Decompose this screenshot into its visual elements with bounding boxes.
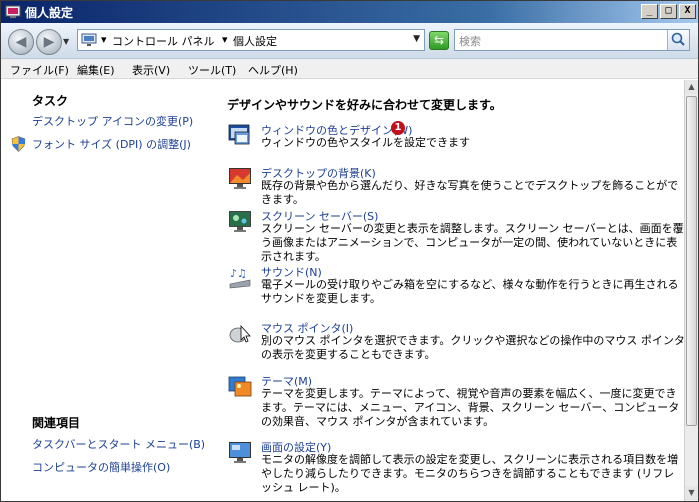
search-icon <box>671 32 685 46</box>
theme-description: テーマを変更します。テーマによって、視覚や音声の要素を幅広く、一度に変更できます… <box>261 387 680 428</box>
tasks-heading: タスク <box>32 94 69 108</box>
search-box[interactable]: 検索 <box>454 29 690 51</box>
personalization-app-icon <box>5 5 21 18</box>
desktop-background-icon <box>229 168 251 189</box>
window-color-icon <box>228 124 250 145</box>
breadcrumb-personalization[interactable]: 個人設定 <box>233 33 277 49</box>
minimize-button[interactable]: _ <box>641 4 658 19</box>
step-number-badge: 1 <box>391 121 405 135</box>
address-toolbar: ◀ ▶ ▼ ▾ コントロール パネル ▾ 個人設定 ▼ ⇆ 検索 <box>1 23 698 59</box>
personalization-window: 個人設定 _ □ X ◀ ▶ ▼ ▾ コントロール パネル ▾ 個人設定 ▼ ⇆… <box>0 0 699 502</box>
maximize-button[interactable]: □ <box>660 4 677 19</box>
back-button[interactable]: ◀ <box>8 29 34 55</box>
recent-pages-dropdown[interactable]: ▼ <box>63 37 69 46</box>
ease-of-access-link[interactable]: コンピュータの簡単操作(O) <box>32 459 170 475</box>
sound-description: 電子メールの受け取りやごみ箱を空にするなど、様々な動作を行うときに再生されるサウ… <box>261 278 679 305</box>
sound-icon: ♪♫ <box>229 267 251 289</box>
uac-shield-icon <box>11 136 26 152</box>
close-button[interactable]: X <box>679 4 696 19</box>
address-dropdown-icon[interactable]: ▼ <box>413 34 420 44</box>
search-placeholder: 検索 <box>459 35 481 48</box>
breadcrumb-control-panel[interactable]: コントロール パネル <box>112 33 215 49</box>
menu-tools[interactable]: ツール(T) <box>188 62 236 78</box>
theme-icon <box>228 376 252 397</box>
breadcrumb-separator-2[interactable]: ▾ <box>222 33 228 46</box>
task-pane: タスク デスクトップ アイコンの変更(P) フォント サイズ (DPI) の調整… <box>1 80 213 501</box>
main-heading: デザインやサウンドを好みに合わせて変更します。 <box>227 98 502 112</box>
taskbar-start-menu-link[interactable]: タスクバーとスタート メニュー(B) <box>32 436 205 452</box>
control-panel-icon <box>81 33 97 46</box>
change-desktop-icons-link[interactable]: デスクトップ アイコンの変更(P) <box>32 113 193 129</box>
scroll-down-button[interactable]: ▼ <box>685 486 698 500</box>
breadcrumb-separator-1[interactable]: ▾ <box>101 33 107 46</box>
window-color-description: ウィンドウの色やスタイルを設定できます <box>261 136 470 149</box>
search-button[interactable] <box>667 30 689 50</box>
scroll-up-button[interactable]: ▲ <box>685 80 698 94</box>
screensaver-description: スクリーン セーバーの変更と表示を調整します。スクリーン セーバーとは、画面を覆… <box>261 222 684 263</box>
vertical-scrollbar[interactable]: ▲ ▼ <box>684 80 698 501</box>
title-bar: 個人設定 _ □ X <box>1 1 698 23</box>
refresh-button[interactable]: ⇆ <box>429 31 449 50</box>
address-bar[interactable]: ▾ コントロール パネル ▾ 個人設定 ▼ <box>77 29 425 51</box>
forward-button[interactable]: ▶ <box>36 29 62 55</box>
window-title: 個人設定 <box>25 6 74 20</box>
menu-view[interactable]: 表示(V) <box>132 62 170 78</box>
adjust-font-size-dpi-link[interactable]: フォント サイズ (DPI) の調整(J) <box>32 136 191 152</box>
display-settings-description: モニタの解像度を調節して表示の設定を変更し、スクリーンに表示される項目数を増やし… <box>261 453 679 494</box>
screensaver-icon <box>229 211 251 232</box>
main-content: デザインやサウンドを好みに合わせて変更します。 ウィンドウの色とデザイン(W) … <box>213 80 684 501</box>
related-heading: 関連項目 <box>32 416 81 430</box>
menu-file[interactable]: ファイル(F) <box>10 62 69 78</box>
display-settings-icon <box>229 442 251 463</box>
menu-help[interactable]: ヘルプ(H) <box>248 62 298 78</box>
menu-bar: ファイル(F) 編集(E) 表示(V) ツール(T) ヘルプ(H) <box>1 59 698 79</box>
mouse-pointer-description: 別のマウス ポインタを選択できます。クリックや選択などの操作中のマウス ポインタ… <box>261 334 684 361</box>
svg-text:♪♫: ♪♫ <box>230 267 247 280</box>
scroll-thumb[interactable] <box>686 96 697 426</box>
desktop-background-description: 既存の背景や色から選んだり、好きな写真を使うことでデスクトップを飾ることができま… <box>261 179 679 206</box>
menu-edit[interactable]: 編集(E) <box>77 62 115 78</box>
mouse-pointer-icon <box>229 324 251 343</box>
